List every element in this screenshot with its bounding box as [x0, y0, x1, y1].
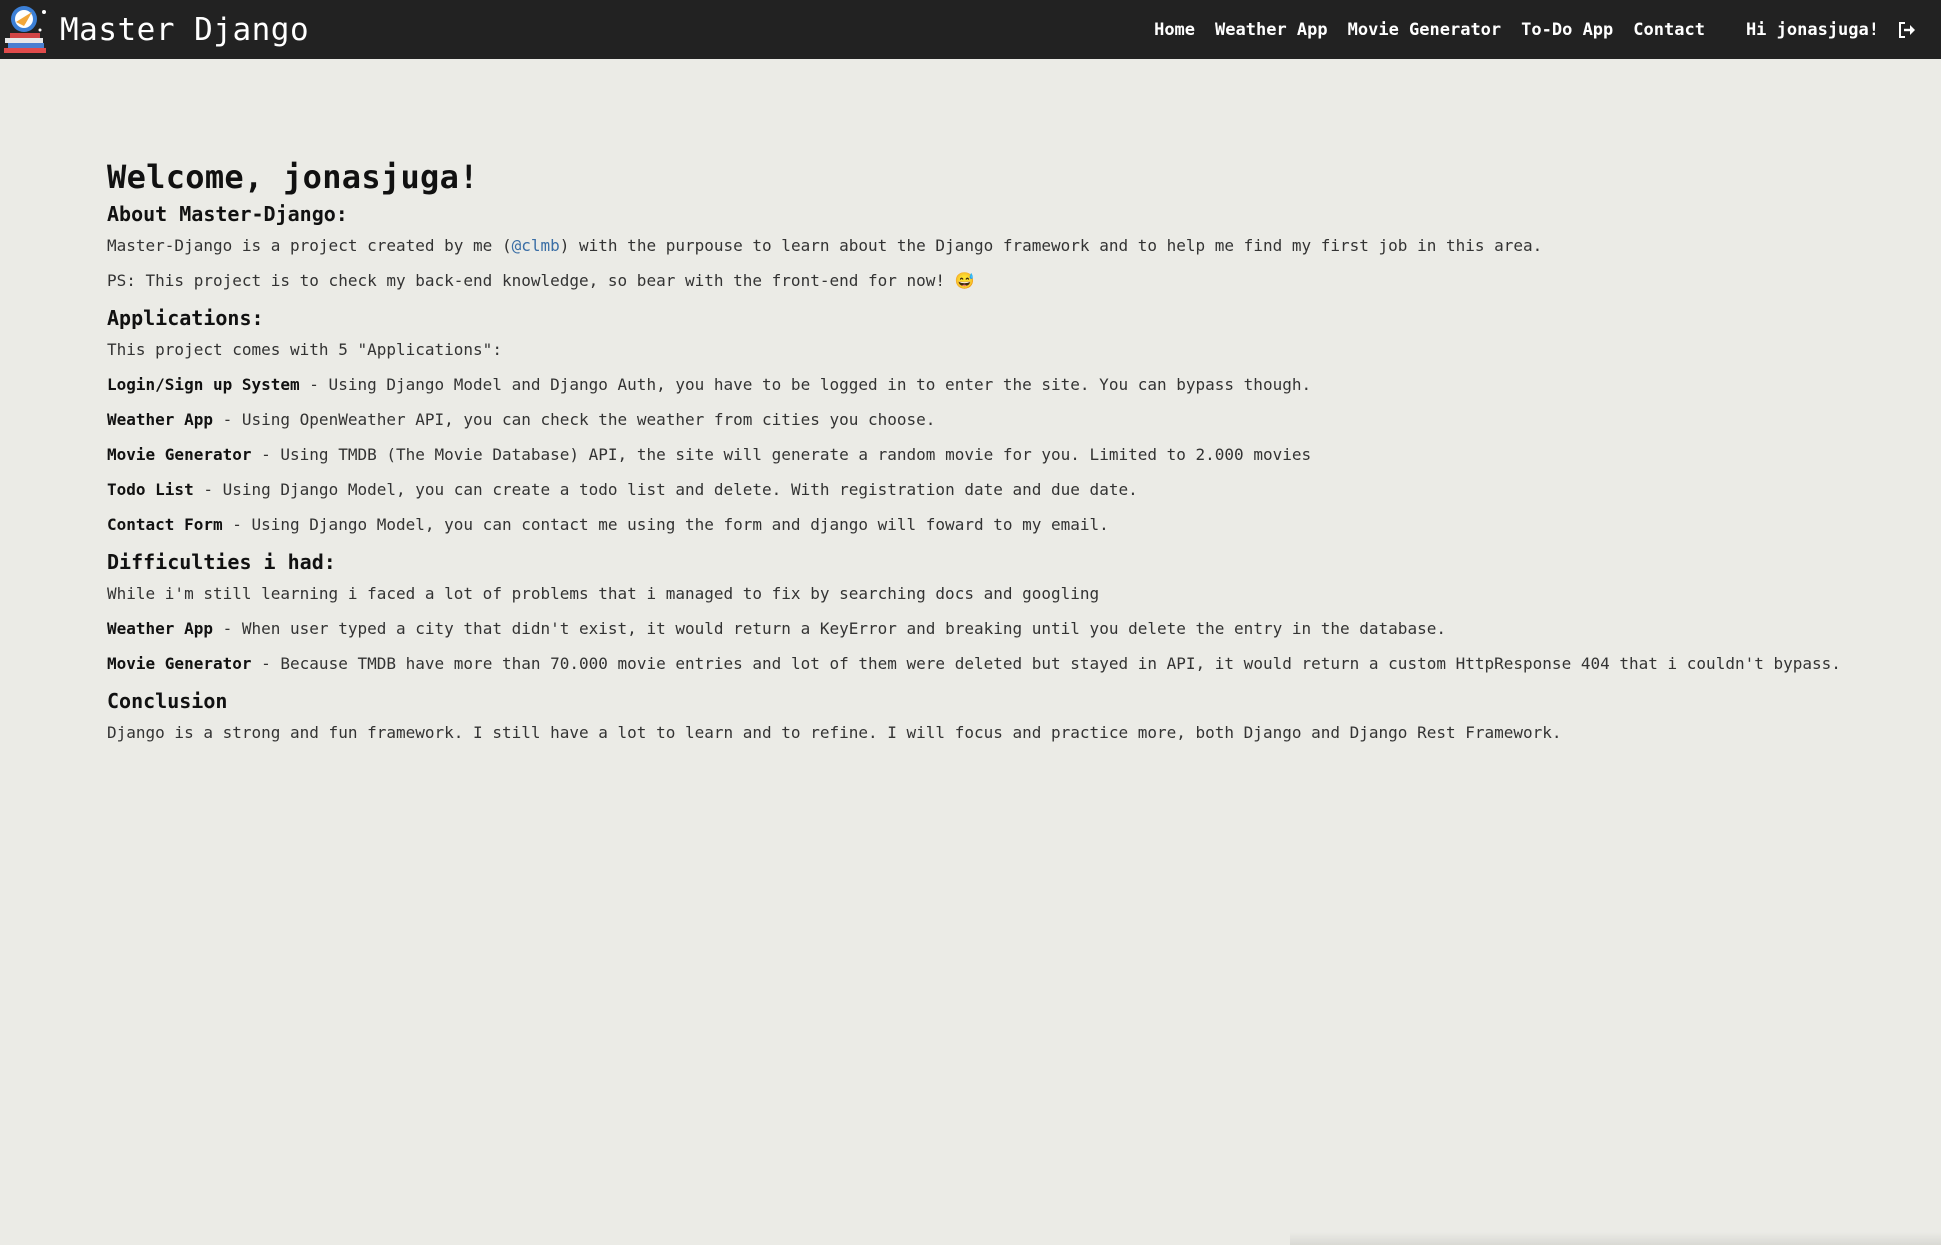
brand-link[interactable]: Master Django [2, 4, 309, 56]
bottom-shadow [1290, 1232, 1941, 1245]
conclusion-heading: Conclusion [107, 689, 228, 713]
nav-link-home[interactable]: Home [1154, 20, 1195, 40]
difficulties-heading: Difficulties i had: [107, 550, 336, 574]
about-ps: PS: This project is to check my back-end… [107, 271, 975, 290]
difficulties-intro: While i'm still learning i faced a lot o… [107, 584, 1100, 603]
navbar: Master Django Home Weather App Movie Gen… [0, 0, 1941, 59]
about-intro: Master-Django is a project created by me… [107, 236, 1543, 255]
nav-links: Home Weather App Movie Generator To-Do A… [1134, 20, 1917, 40]
nav-link-contact[interactable]: Contact [1633, 20, 1705, 40]
logout-icon[interactable] [1897, 20, 1917, 40]
user-greeting: Hi jonasjuga! [1745, 19, 1879, 40]
application-item: Contact Form - Using Django Model, you c… [107, 515, 1109, 534]
application-item: Login/Sign up System - Using Django Mode… [107, 375, 1312, 394]
difficulty-item: Weather App - When user typed a city tha… [107, 619, 1446, 638]
difficulty-item: Movie Generator - Because TMDB have more… [107, 654, 1841, 673]
brand-title: Master Django [60, 11, 310, 48]
main-content: Welcome, jonasjuga! About Master-Django:… [107, 158, 1907, 758]
conclusion-text: Django is a strong and fun framework. I … [107, 723, 1562, 742]
logo-icon [4, 5, 46, 53]
author-handle-link[interactable]: @clmb [512, 236, 560, 255]
application-item: Weather App - Using OpenWeather API, you… [107, 410, 936, 429]
applications-intro: This project comes with 5 "Applications"… [107, 340, 502, 359]
nav-link-todo-app[interactable]: To-Do App [1521, 20, 1613, 40]
application-item: Todo List - Using Django Model, you can … [107, 480, 1138, 499]
applications-heading: Applications: [107, 306, 264, 330]
nav-link-weather-app[interactable]: Weather App [1215, 20, 1328, 40]
application-item: Movie Generator - Using TMDB (The Movie … [107, 445, 1312, 464]
about-heading: About Master-Django: [107, 202, 348, 226]
page-title: Welcome, jonasjuga! [107, 158, 479, 196]
nav-link-movie-generator[interactable]: Movie Generator [1348, 20, 1502, 40]
